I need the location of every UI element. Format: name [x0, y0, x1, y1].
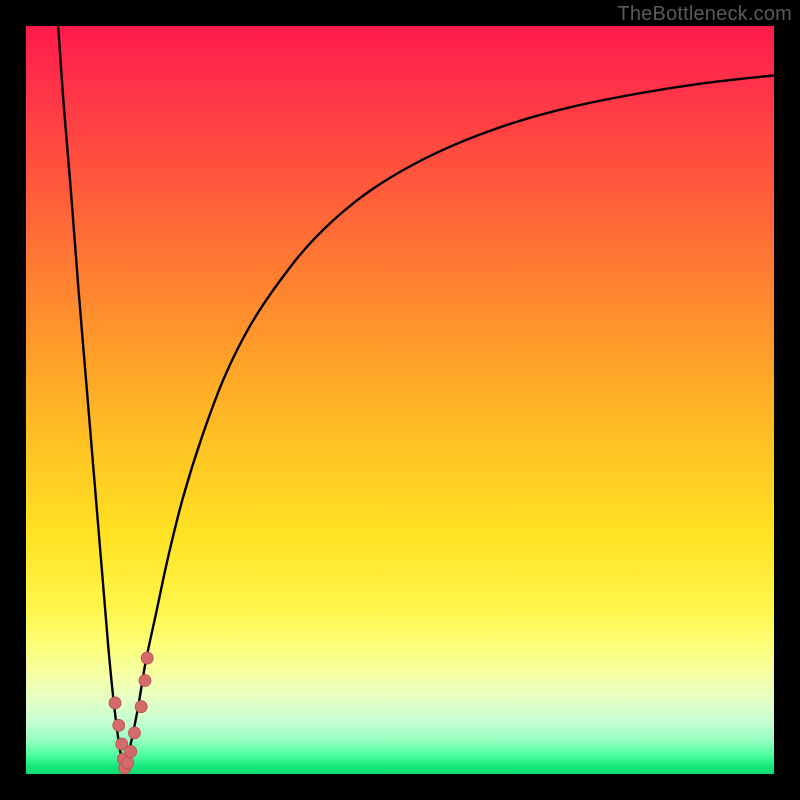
- data-marker: [113, 719, 125, 731]
- data-marker: [122, 757, 134, 769]
- data-marker: [135, 701, 147, 713]
- right-ascent-curve: [125, 75, 774, 770]
- left-descent-curve: [58, 26, 125, 770]
- data-marker: [139, 675, 151, 687]
- data-marker: [128, 727, 140, 739]
- chart-frame: TheBottleneck.com: [0, 0, 800, 800]
- data-marker: [141, 652, 153, 664]
- data-marker: [125, 746, 137, 758]
- plot-area: [26, 26, 774, 774]
- curve-layer: [26, 26, 774, 774]
- watermark-text: TheBottleneck.com: [617, 3, 792, 26]
- data-marker: [109, 697, 121, 709]
